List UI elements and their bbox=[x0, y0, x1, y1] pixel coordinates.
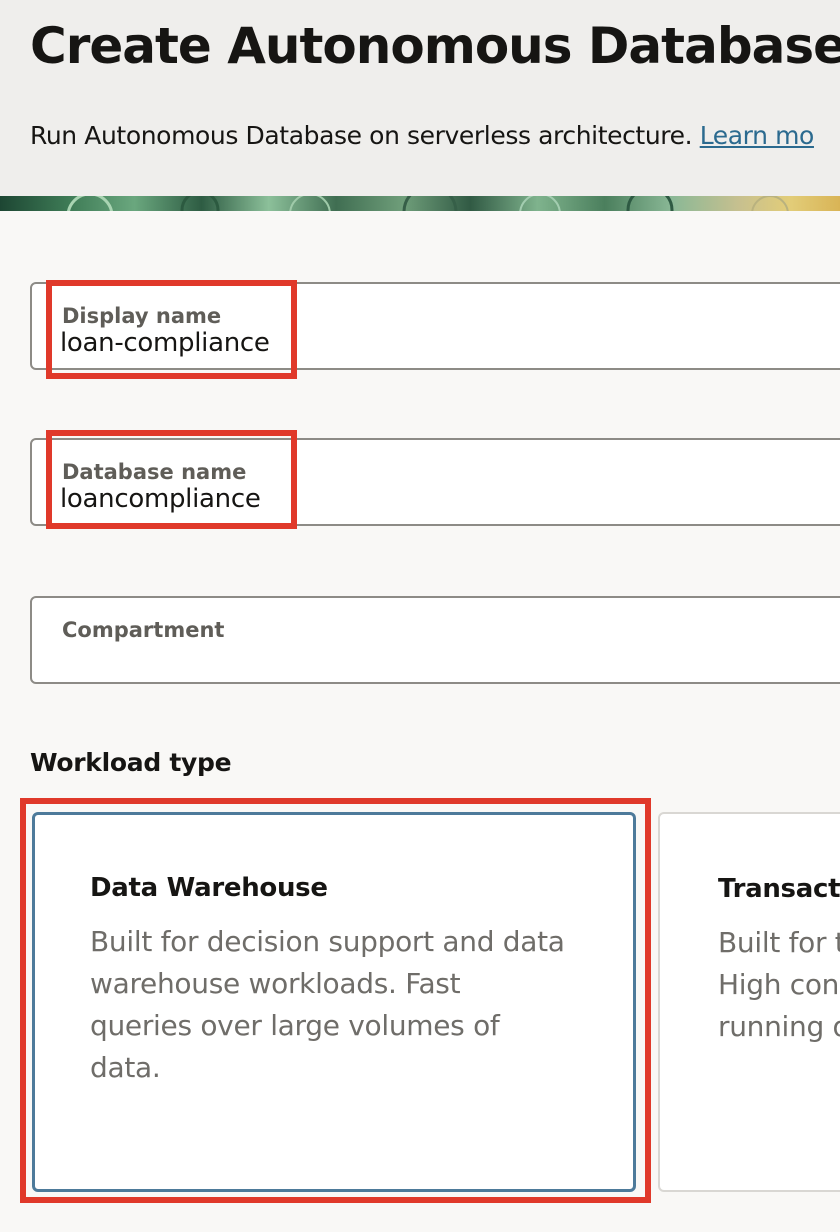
data-warehouse-highlight bbox=[20, 798, 651, 1203]
card-description-line: running q bbox=[718, 1010, 840, 1043]
compartment-field[interactable]: Compartment bbox=[30, 596, 840, 684]
page-title: Create Autonomous Database bbox=[30, 17, 840, 75]
page-header: Create Autonomous Database Run Autonomou… bbox=[0, 0, 840, 196]
card-description-line: High con bbox=[718, 968, 840, 1001]
workload-card-transaction-processing[interactable]: Transacti Built for t High con running q bbox=[658, 812, 840, 1192]
workload-type-label: Workload type bbox=[30, 748, 232, 777]
learn-more-link[interactable]: Learn mo bbox=[700, 121, 815, 150]
page-subtitle: Run Autonomous Database on serverless ar… bbox=[30, 118, 814, 154]
compartment-label: Compartment bbox=[62, 618, 225, 642]
database-name-highlight bbox=[46, 430, 297, 529]
card-description-transaction-processing: Built for t High con running q bbox=[718, 922, 840, 1048]
card-description-line: Built for t bbox=[718, 926, 840, 959]
display-name-highlight bbox=[46, 280, 297, 379]
decorative-banner bbox=[0, 196, 840, 211]
card-title-transaction-processing: Transacti bbox=[718, 874, 840, 904]
subtitle-text: Run Autonomous Database on serverless ar… bbox=[30, 121, 693, 150]
